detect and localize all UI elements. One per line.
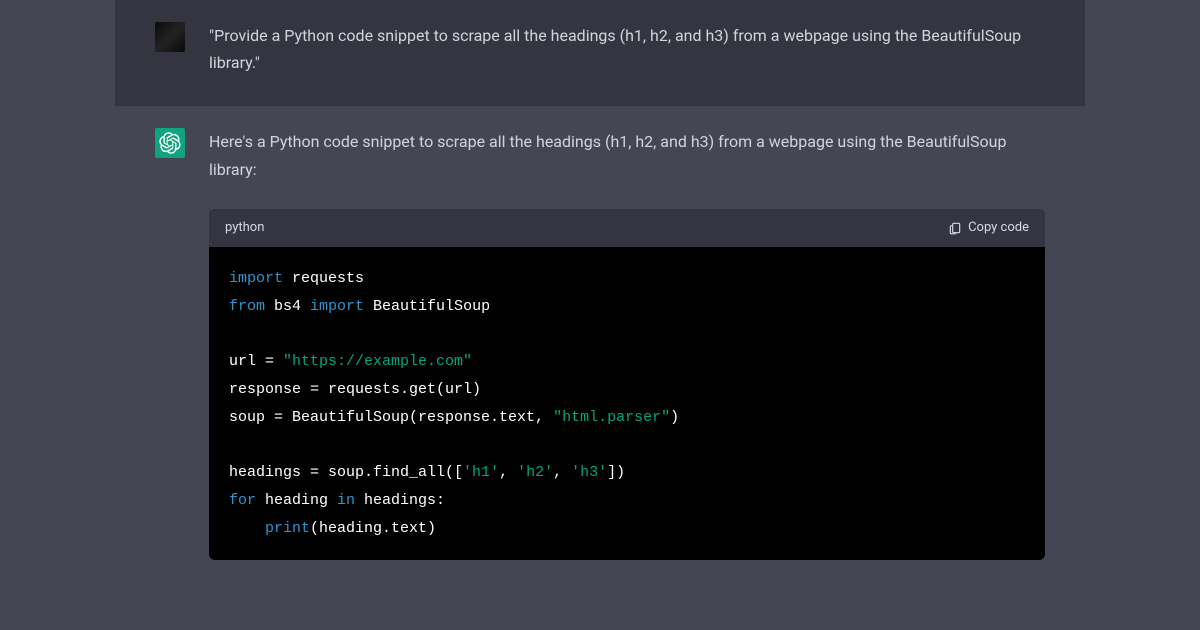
openai-logo-icon [159,132,181,154]
copy-code-label: Copy code [968,217,1029,239]
assistant-avatar [155,128,185,158]
code-content[interactable]: import requests from bs4 import Beautifu… [209,247,1045,561]
assistant-message: Here's a Python code snippet to scrape a… [115,106,1085,582]
code-language-label: python [225,217,264,239]
code-header: python Copy code [209,209,1045,247]
assistant-message-text: Here's a Python code snippet to scrape a… [209,128,1045,182]
code-block: python Copy code import requests from bs… [209,209,1045,561]
user-avatar [155,22,185,52]
user-message-text: "Provide a Python code snippet to scrape… [209,22,1045,76]
user-message: "Provide a Python code snippet to scrape… [115,0,1085,106]
assistant-message-content: Here's a Python code snippet to scrape a… [209,128,1045,560]
copy-code-button[interactable]: Copy code [948,217,1029,239]
clipboard-icon [948,221,962,235]
